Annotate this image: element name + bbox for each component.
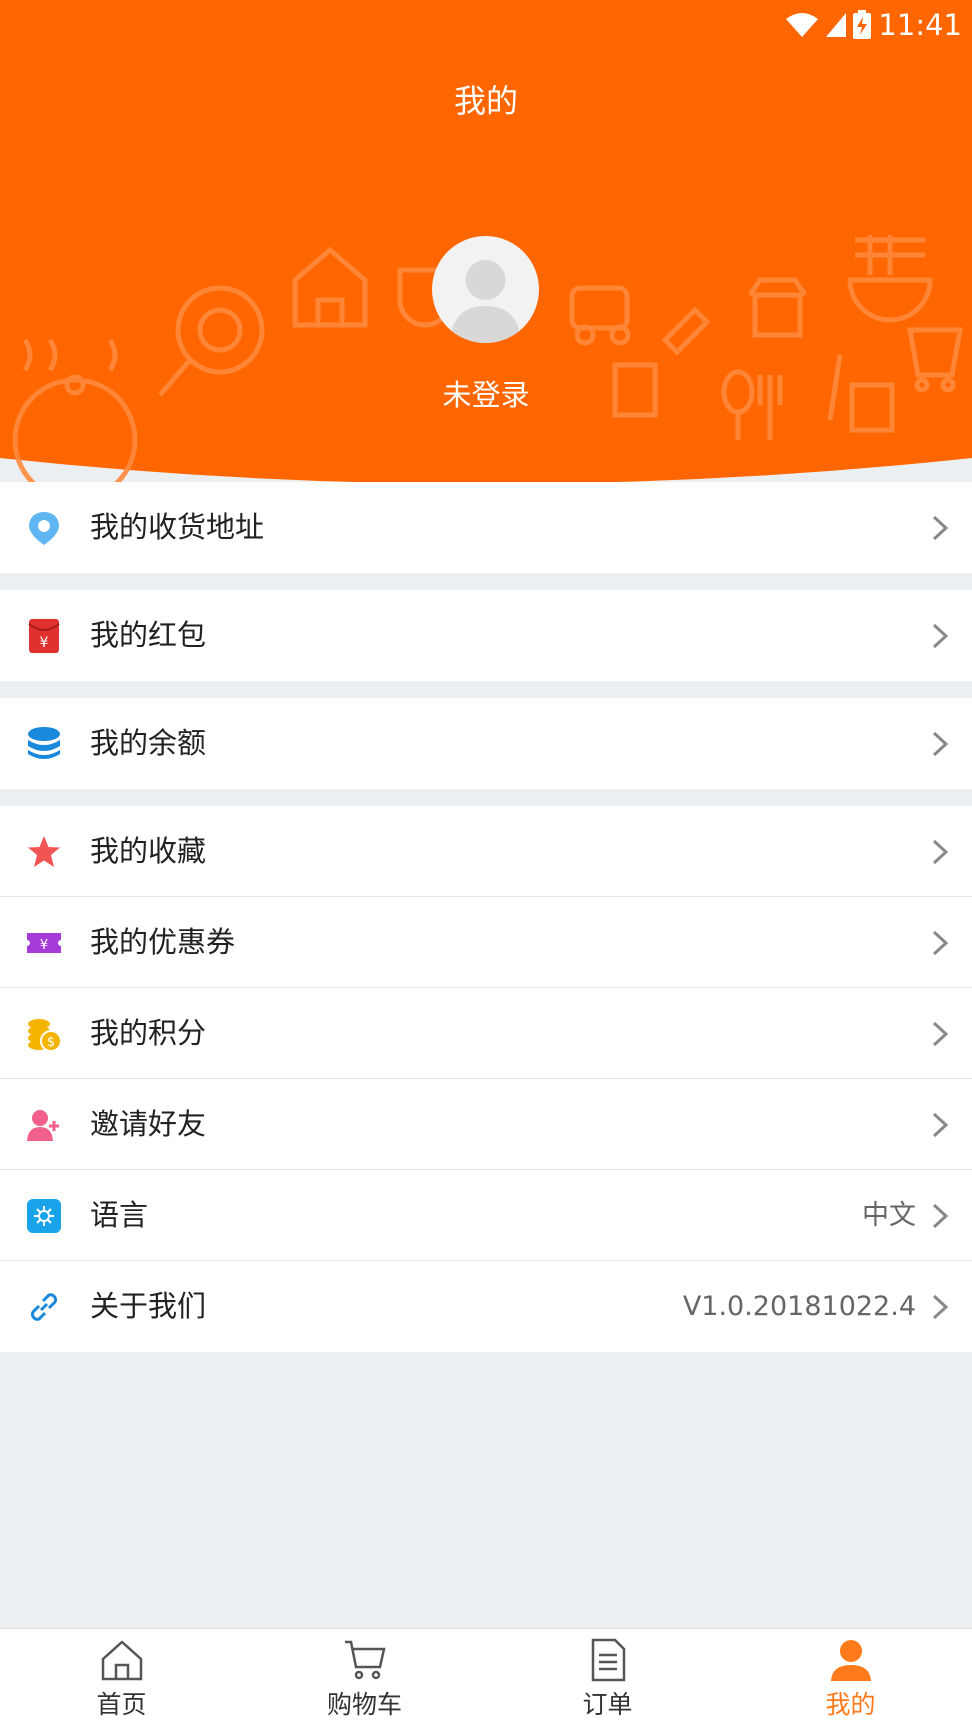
- chevron-right-icon: [932, 1021, 949, 1047]
- menu-group-balance: 我的余额: [0, 698, 972, 789]
- chevron-right-icon: [932, 1294, 949, 1320]
- menu-item-about[interactable]: 关于我们 V1.0.20181022.4: [0, 1261, 972, 1352]
- red-envelope-icon: ¥: [28, 619, 60, 653]
- menu-label-points: 我的积分: [90, 1016, 207, 1050]
- bottom-tab-bar: 首页 购物车 订单 我的: [0, 1628, 972, 1729]
- menu-label-red-packet: 我的红包: [90, 618, 207, 652]
- profile-icon: [830, 1640, 871, 1681]
- chevron-right-icon: [932, 623, 949, 649]
- tab-home[interactable]: 首页: [0, 1629, 243, 1729]
- menu-group-main: 我的收藏 ¥ 我的优惠券 $ 我的积分 邀请好友 语言 中文 关于我们 V1.0…: [0, 806, 972, 1352]
- coupon-icon: ¥: [27, 933, 61, 953]
- chevron-right-icon: [932, 1203, 949, 1229]
- wifi-icon: [786, 13, 819, 37]
- menu-item-language[interactable]: 语言 中文: [0, 1170, 972, 1261]
- menu-item-red-packet[interactable]: ¥ 我的红包: [0, 590, 972, 681]
- profile-header: 11:41 我的 未登录: [0, 0, 972, 520]
- menu-item-favorites[interactable]: 我的收藏: [0, 806, 972, 897]
- menu-item-coupons[interactable]: ¥ 我的优惠券: [0, 897, 972, 988]
- star-icon: [28, 836, 60, 867]
- svg-text:¥: ¥: [40, 938, 48, 953]
- cart-icon: [344, 1640, 386, 1680]
- link-icon: [31, 1293, 57, 1321]
- status-time: 11:41: [878, 8, 962, 42]
- chevron-right-icon: [932, 731, 949, 757]
- tab-orders[interactable]: 订单: [486, 1629, 729, 1729]
- menu-item-balance[interactable]: 我的余额: [0, 698, 972, 789]
- menu-label-favorites: 我的收藏: [90, 834, 207, 868]
- battery-charging-icon: [853, 10, 872, 39]
- add-user-icon: [27, 1110, 59, 1141]
- tab-profile[interactable]: 我的: [729, 1629, 972, 1729]
- home-icon: [101, 1640, 142, 1681]
- order-document-icon: [591, 1638, 625, 1682]
- signal-icon: [826, 13, 847, 37]
- gold-coins-icon: $: [28, 1019, 62, 1052]
- language-icon: [27, 1199, 61, 1233]
- menu-group-address: 我的收货地址: [0, 482, 972, 573]
- tab-label: 购物车: [326, 1690, 402, 1719]
- status-bar: 11:41: [784, 8, 962, 42]
- tab-label: 我的: [825, 1690, 876, 1719]
- tab-cart[interactable]: 购物车: [243, 1629, 486, 1729]
- menu-item-invite[interactable]: 邀请好友: [0, 1079, 972, 1170]
- menu-label-about: 关于我们: [90, 1289, 207, 1323]
- tab-label: 首页: [96, 1690, 147, 1719]
- menu-item-points[interactable]: $ 我的积分: [0, 988, 972, 1079]
- menu-label-coupons: 我的优惠券: [90, 925, 236, 959]
- coin-stack-icon: [28, 727, 60, 759]
- avatar[interactable]: [432, 236, 539, 343]
- tab-label: 订单: [582, 1690, 633, 1719]
- menu-item-address[interactable]: 我的收货地址: [0, 482, 972, 573]
- location-pin-icon: [29, 512, 59, 545]
- svg-text:¥: ¥: [40, 635, 49, 651]
- chevron-right-icon: [932, 515, 949, 541]
- svg-text:$: $: [47, 1035, 55, 1050]
- menu-group-red-packet: ¥ 我的红包: [0, 590, 972, 681]
- chevron-right-icon: [932, 930, 949, 956]
- menu-label-balance: 我的余额: [90, 726, 207, 760]
- menu-label-address: 我的收货地址: [90, 510, 265, 544]
- default-avatar-icon: [450, 260, 521, 343]
- chevron-right-icon: [932, 1112, 949, 1138]
- language-value: 中文: [862, 1200, 916, 1231]
- app-version: V1.0.20181022.4: [682, 1291, 916, 1322]
- menu-label-language: 语言: [90, 1198, 149, 1232]
- page-title: 我的: [453, 82, 518, 120]
- login-status[interactable]: 未登录: [0, 372, 972, 414]
- menu-label-invite: 邀请好友: [90, 1107, 207, 1141]
- chevron-right-icon: [932, 839, 949, 865]
